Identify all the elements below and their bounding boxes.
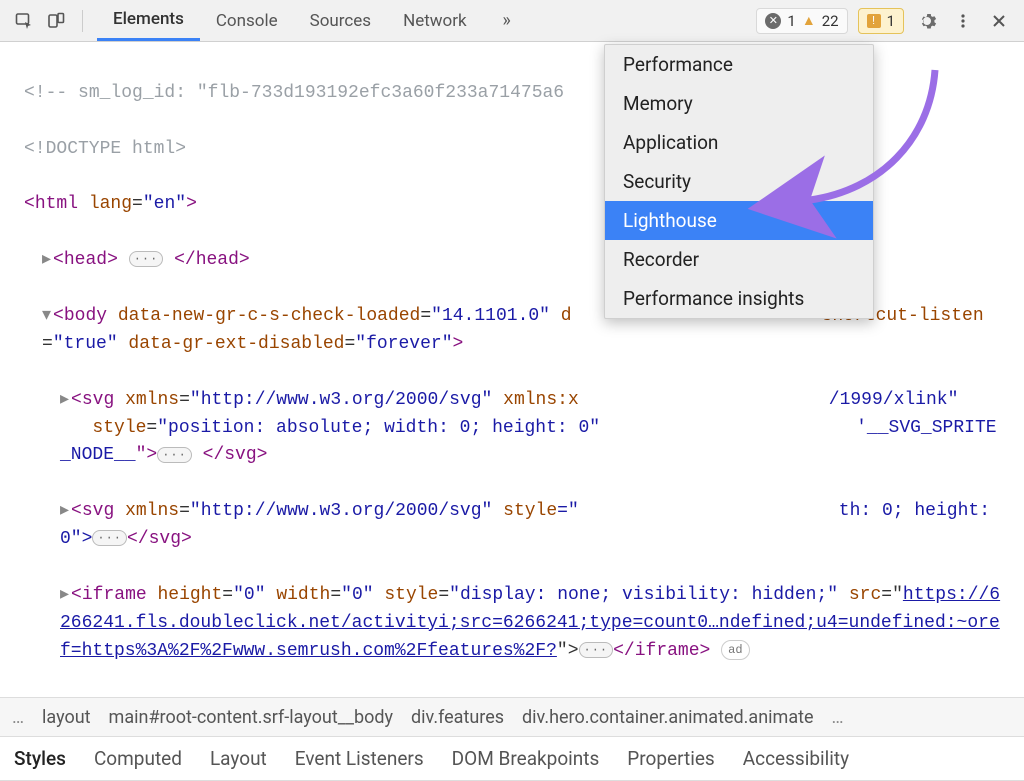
crumb-item[interactable]: main#root-content.srf-layout__body [109,707,393,728]
subtab-event-listeners[interactable]: Event Listeners [295,747,424,770]
subtab-computed[interactable]: Computed [94,747,182,770]
ellipsis-icon[interactable]: ··· [92,530,127,546]
expand-toggle[interactable]: ▾ [42,306,51,326]
tab-network[interactable]: Network [387,0,483,41]
close-icon[interactable] [986,8,1012,34]
expand-toggle[interactable]: ▸ [60,501,69,521]
device-toggle-icon[interactable] [42,7,70,35]
tab-elements[interactable]: Elements [97,0,200,41]
styles-pane-tabs: Styles Computed Layout Event Listeners D… [0,737,1024,781]
menu-item-performance[interactable]: Performance [605,45,873,84]
ellipsis-icon[interactable]: ··· [579,642,614,658]
menu-item-application[interactable]: Application [605,123,873,162]
expand-toggle[interactable]: ▸ [60,390,69,410]
dom-breadcrumb[interactable]: … layout main#root-content.srf-layout__b… [0,697,1024,737]
expand-toggle[interactable]: ▸ [42,250,51,270]
console-counts[interactable]: ✕ 1 ▲ 22 [756,8,847,34]
toolbar-left [4,7,91,35]
issues-badge[interactable]: ! 1 [858,8,904,34]
devtools-toolbar: Elements Console Sources Network » ✕ 1 ▲… [0,0,1024,42]
subtab-styles[interactable]: Styles [14,747,66,770]
subtab-properties[interactable]: Properties [627,747,714,770]
subtab-layout[interactable]: Layout [210,747,267,770]
menu-item-performance-insights[interactable]: Performance insights [605,279,873,318]
panel-tabs: Elements Console Sources Network [97,0,483,41]
crumb-item[interactable]: div.features [411,707,504,728]
more-tabs-dropdown: Performance Memory Application Security … [604,44,874,319]
menu-item-recorder[interactable]: Recorder [605,240,873,279]
menu-item-security[interactable]: Security [605,162,873,201]
more-options-icon[interactable] [950,8,976,34]
menu-item-lighthouse[interactable]: Lighthouse [605,201,873,240]
tab-sources[interactable]: Sources [294,0,387,41]
subtab-dom-breakpoints[interactable]: DOM Breakpoints [452,747,600,770]
comment-node: <!-- sm_log_id: "flb-733d193192efc3a60f2… [24,83,564,103]
subtab-accessibility[interactable]: Accessibility [743,747,849,770]
tab-console[interactable]: Console [200,0,294,41]
settings-icon[interactable] [914,8,940,34]
error-count: 1 [787,12,795,30]
crumb-overflow-right[interactable]: … [832,707,844,728]
warning-icon: ▲ [802,12,816,29]
toolbar-right: ✕ 1 ▲ 22 ! 1 [756,8,1020,34]
inspect-element-icon[interactable] [10,7,38,35]
doctype-node: <!DOCTYPE html> [24,139,186,159]
separator [82,10,83,32]
warning-count: 22 [822,12,839,30]
ellipsis-icon[interactable]: ··· [157,447,192,463]
error-icon: ✕ [765,13,781,29]
more-tabs-button[interactable]: » [493,7,521,35]
menu-item-memory[interactable]: Memory [605,84,873,123]
issue-count: 1 [887,12,895,30]
crumb-overflow-left[interactable]: … [12,707,24,728]
issue-icon: ! [867,14,881,28]
crumb-item[interactable]: layout [42,707,91,728]
expand-toggle[interactable]: ▸ [60,585,69,605]
crumb-item[interactable]: div.hero.container.animated.animate [522,707,814,728]
ad-badge: ad [721,640,749,661]
ellipsis-icon[interactable]: ··· [129,251,164,267]
